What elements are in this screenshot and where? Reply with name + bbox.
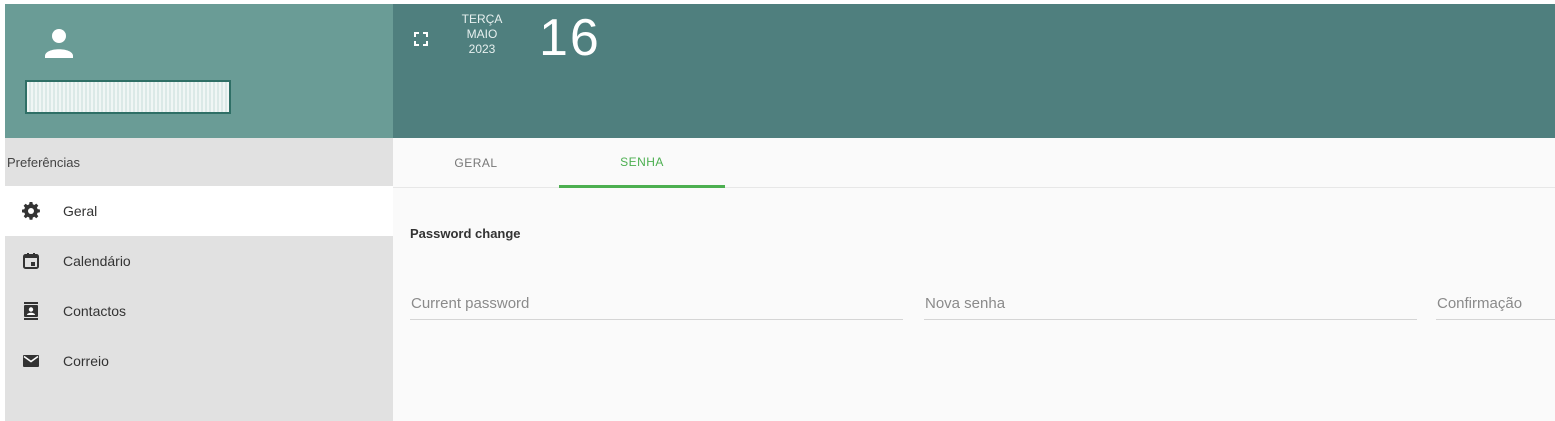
tab-geral[interactable]: GERAL — [393, 138, 559, 188]
mail-icon — [21, 351, 41, 371]
confirm-password-input[interactable] — [1436, 288, 1555, 320]
user-panel — [5, 4, 393, 138]
tab-bar: GERAL SENHA — [393, 138, 1555, 188]
sidebar-item-label: Correio — [63, 353, 109, 369]
fullscreen-icon[interactable] — [413, 31, 429, 47]
month: MAIO — [466, 27, 498, 41]
gear-icon — [21, 201, 41, 221]
sidebar-item-contactos[interactable]: Contactos — [5, 286, 393, 336]
tab-senha[interactable]: SENHA — [559, 138, 725, 188]
new-password-input[interactable] — [924, 288, 1417, 320]
contacts-icon — [21, 301, 41, 321]
sidebar-item-calendario[interactable]: Calendário — [5, 236, 393, 286]
sidebar-title: Preferências — [7, 154, 80, 170]
sidebar-item-geral[interactable]: Geral — [5, 186, 393, 236]
year: 2023 — [468, 42, 496, 56]
sidebar-item-label: Contactos — [63, 303, 127, 319]
section-title: Password change — [410, 226, 521, 241]
main-content: GERAL SENHA Password change — [393, 138, 1555, 421]
preferences-app: TERÇA MAIO 2023 16 Preferências Geral Ca… — [0, 0, 1555, 421]
weekday: TERÇA — [461, 12, 503, 26]
user-email-redacted — [25, 80, 231, 114]
sidebar-item-label: Calendário — [63, 253, 131, 269]
sidebar: Preferências Geral Calendário Contactos … — [5, 138, 393, 421]
current-password-input[interactable] — [410, 288, 903, 320]
day-number: 16 — [539, 9, 601, 67]
sidebar-item-correio[interactable]: Correio — [5, 336, 393, 386]
sidebar-item-label: Geral — [63, 203, 98, 219]
calendar-icon — [21, 251, 41, 271]
app-header: TERÇA MAIO 2023 16 — [393, 4, 1555, 138]
user-icon — [41, 26, 77, 62]
date-info: TERÇA MAIO 2023 — [457, 12, 507, 57]
